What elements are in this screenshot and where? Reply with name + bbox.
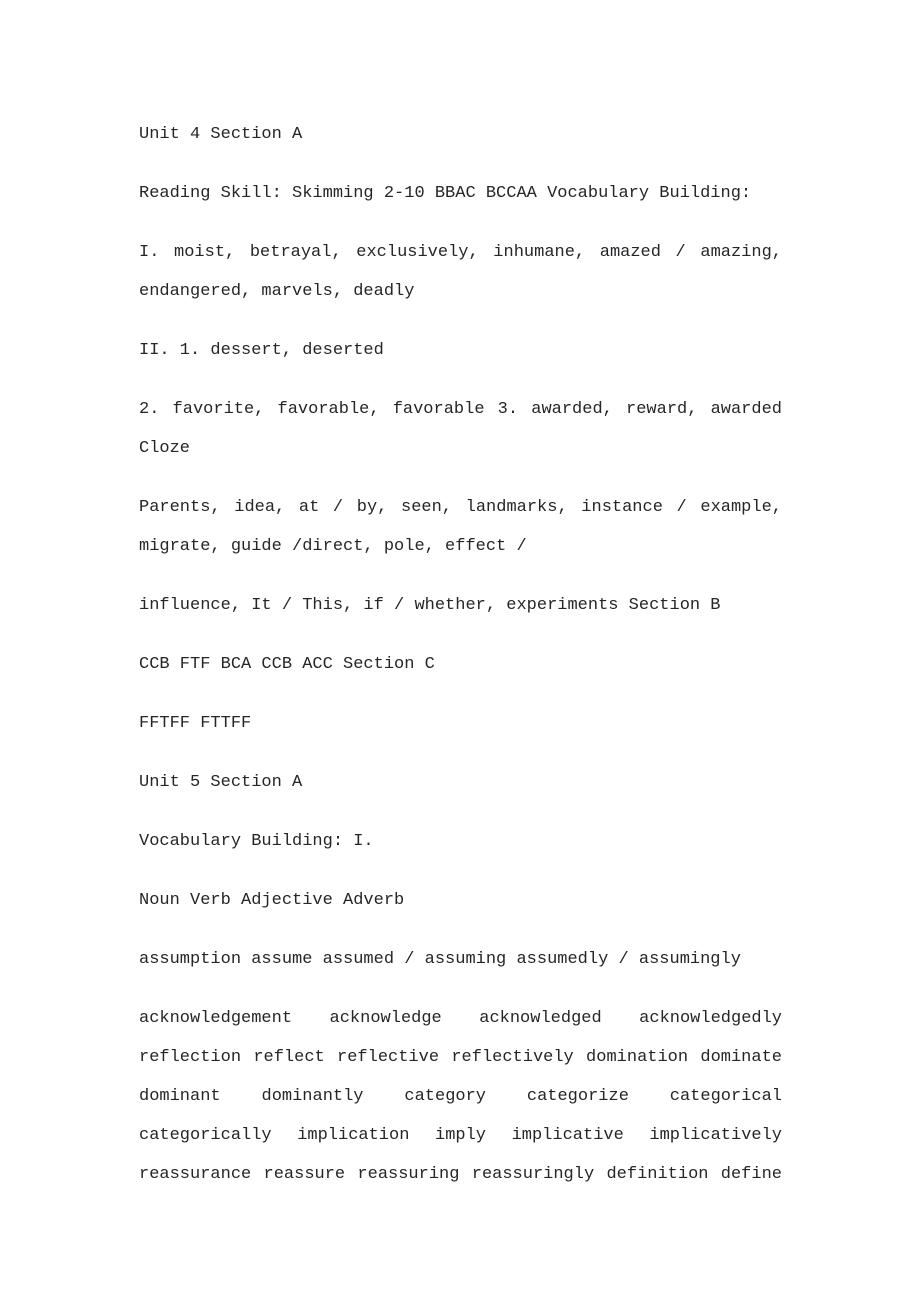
unit-5-section-a-heading: Unit 5 Section A <box>139 773 303 792</box>
word-form-rows-remaining: acknowledgement acknowledge acknowledged… <box>139 1009 782 1184</box>
section-b-answers: CCB FTF BCA CCB ACC Section C <box>139 655 435 674</box>
document-page: Unit 4 Section A Reading Skill: Skimming… <box>139 115 782 1194</box>
vocabulary-answers-part-2-items-2-3: 2. favorite, favorable, favorable 3. awa… <box>139 400 782 458</box>
vocabulary-answers-part-2-item-1: II. 1. dessert, deserted <box>139 341 384 360</box>
word-form-column-headers: Noun Verb Adjective Adverb <box>139 891 405 910</box>
unit-4-section-a-heading: Unit 4 Section A <box>139 125 303 144</box>
section-c-answers: FFTFF FTTFF <box>139 714 252 733</box>
vocabulary-building-heading: Vocabulary Building: I. <box>139 832 374 851</box>
word-form-row-assume: assumption assume assumed / assuming ass… <box>139 950 741 969</box>
reading-skill-line: Reading Skill: Skimming 2-10 BBAC BCCAA … <box>139 184 752 203</box>
vocabulary-answers-part-1: I. moist, betrayal, exclusively, inhuman… <box>139 243 782 301</box>
cloze-answers-part-2: influence, It / This, if / whether, expe… <box>139 596 721 615</box>
cloze-answers-part-1: Parents, idea, at / by, seen, landmarks,… <box>139 498 782 556</box>
